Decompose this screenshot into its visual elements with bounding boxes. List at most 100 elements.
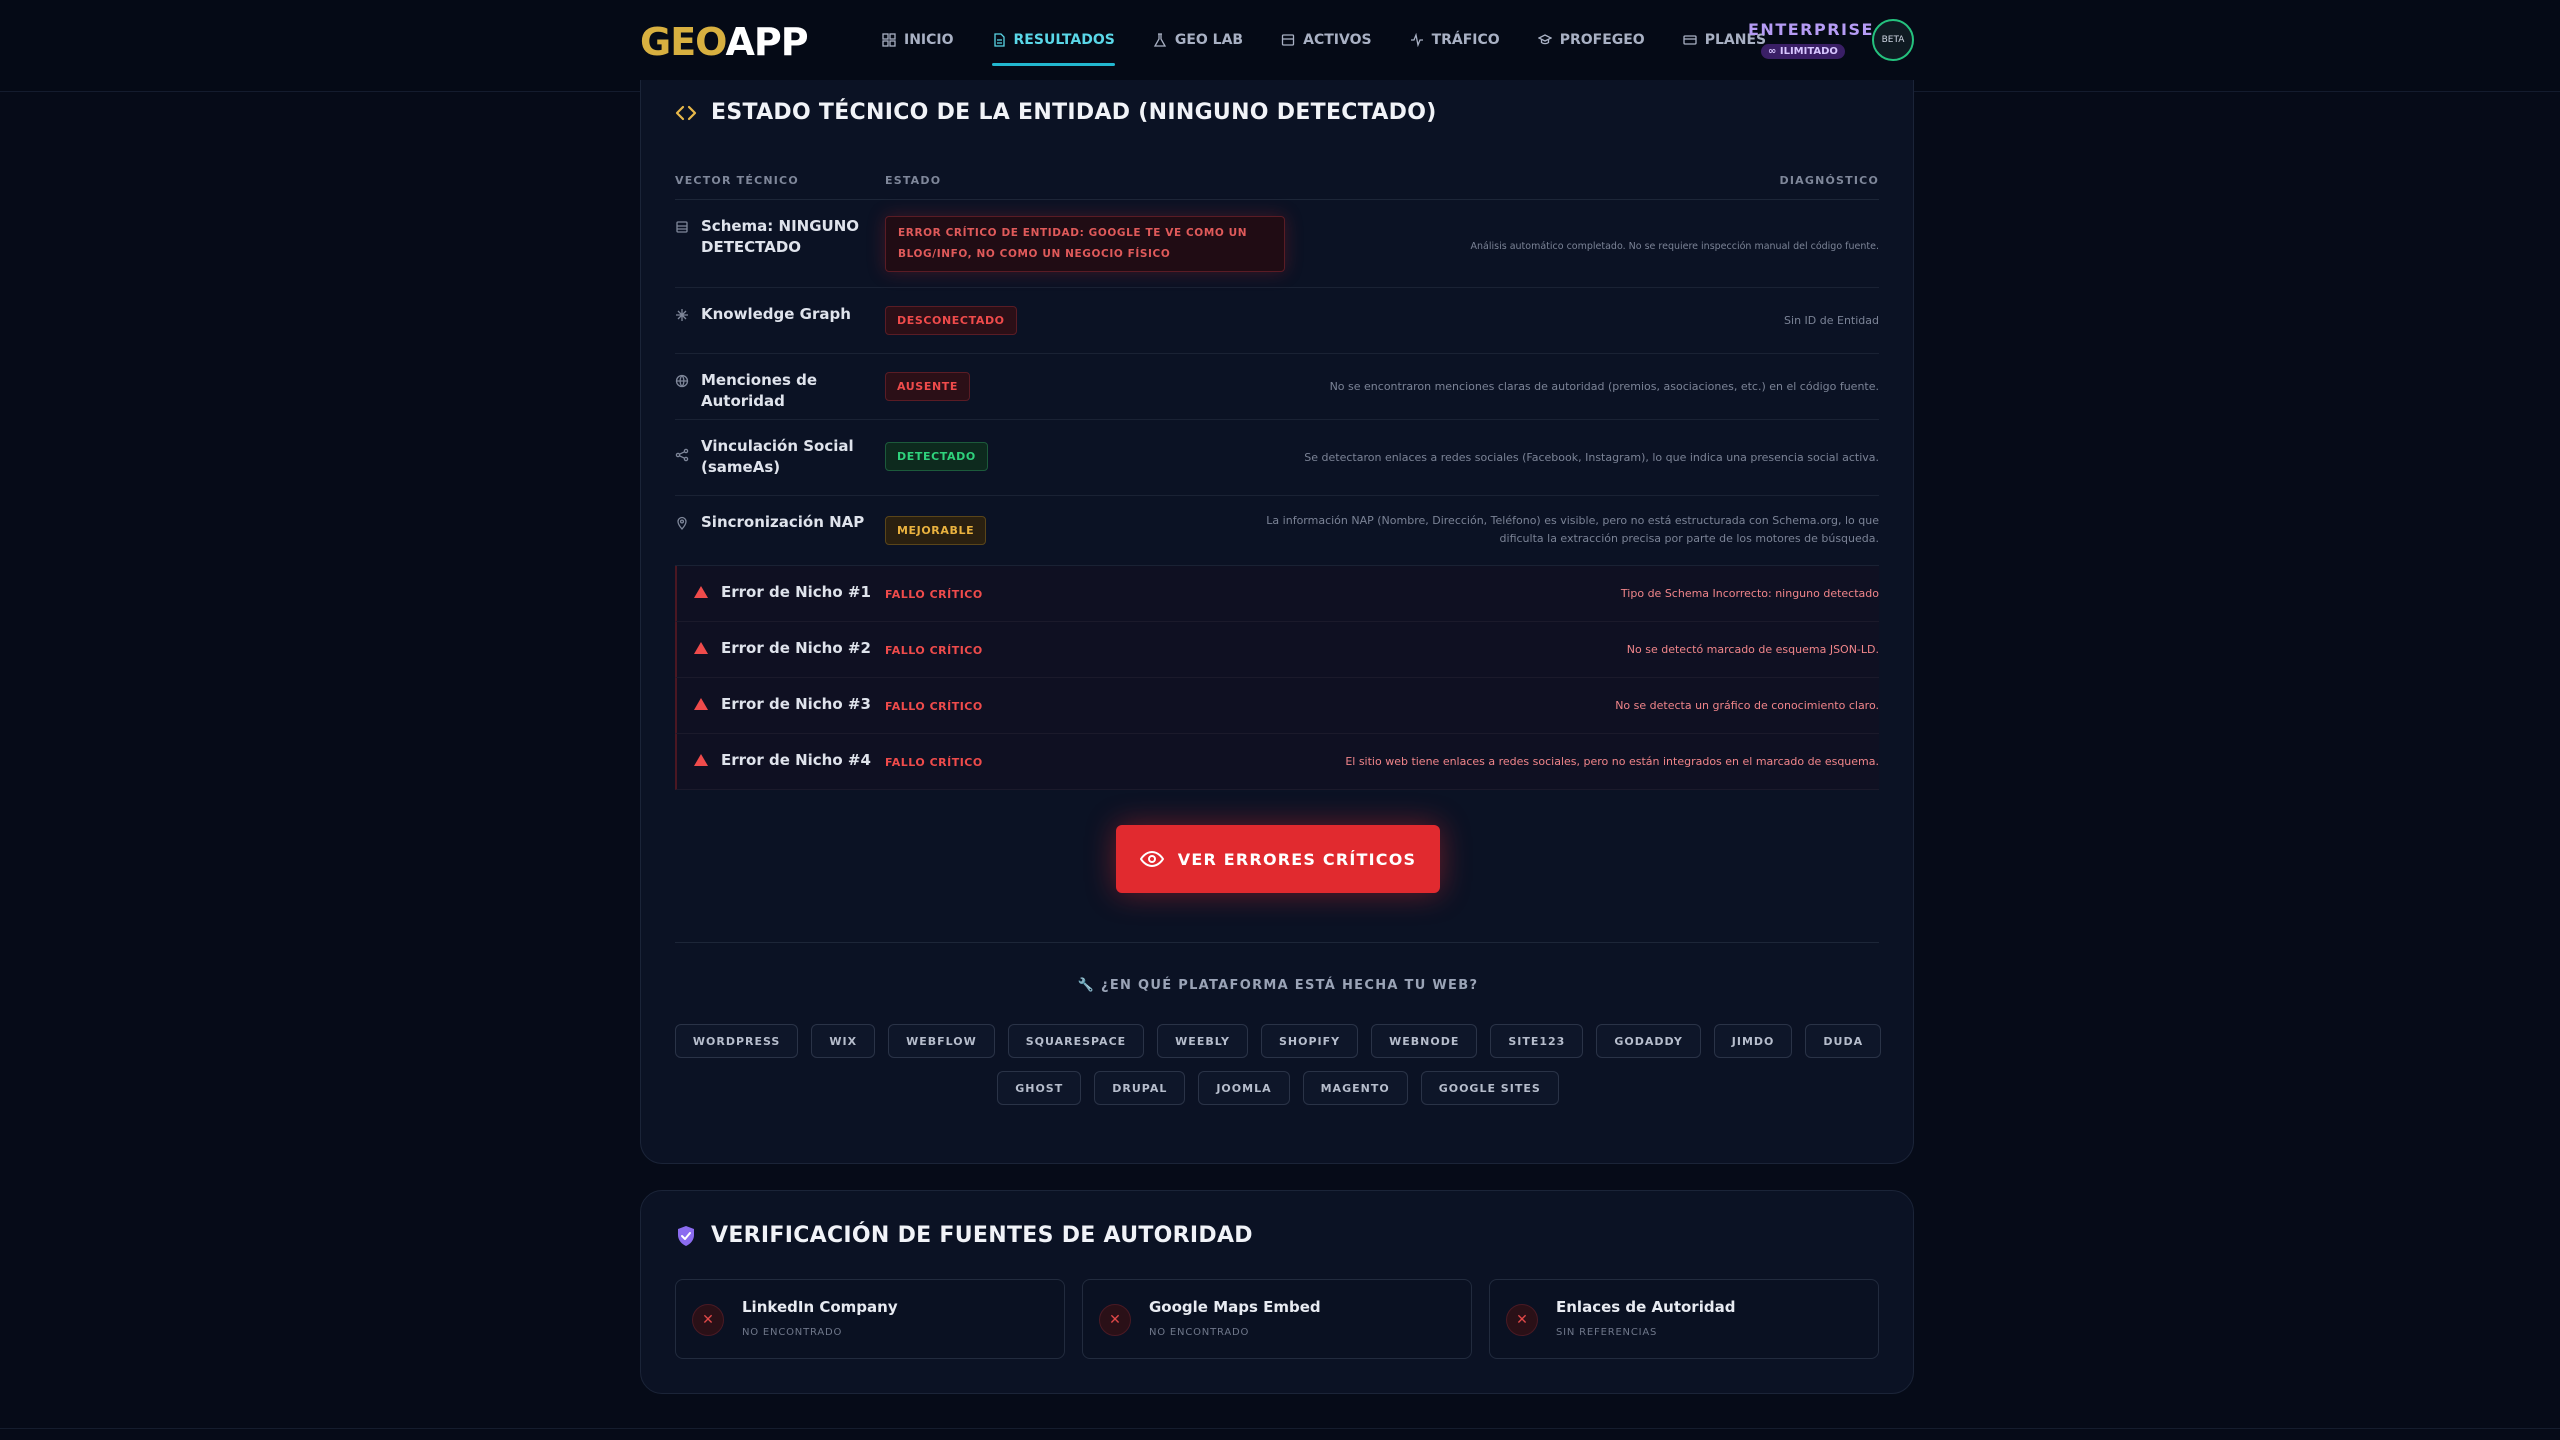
table-row-knowledge-graph: Knowledge Graph DESCONECTADO Sin ID de E… [675,288,1879,354]
diagnostic-text: El sitio web tiene enlaces a redes socia… [1345,755,1879,768]
platform-chip-godaddy[interactable]: GODADDY [1596,1024,1701,1058]
platform-chip-google-sites[interactable]: GOOGLE SITES [1420,1071,1559,1105]
warning-triangle-icon [694,698,708,710]
platform-chip-webflow[interactable]: WEBFLOW [888,1024,995,1058]
shield-check-icon [678,1225,694,1246]
share-icon [675,448,689,462]
box-icon [1281,34,1295,46]
location-pin-icon [677,516,687,530]
vector-label: Sincronización NAP [701,513,865,531]
nav-item-trafico[interactable]: TRÁFICO [1410,20,1500,60]
source-status: NO ENCONTRADO [1149,1327,1250,1338]
fail-status: FALLO CRÍTICO [885,588,983,601]
niche-error-row: Error de Nicho #2 FALLO CRÍTICO No se de… [675,622,1879,678]
platform-chip-weebly[interactable]: WEEBLY [1157,1024,1248,1058]
top-navbar: GEOAPP INICIO RESULTADOS GEO LAB ACTIVOS… [0,0,2560,92]
fail-status: FALLO CRÍTICO [885,756,983,769]
platform-chips-row-1: WORDPRESS WIX WEBFLOW SQUARESPACE WEEBLY… [674,1024,1882,1058]
platform-chip-drupal[interactable]: DRUPAL [1094,1071,1186,1105]
eye-icon [1139,850,1164,868]
platform-chip-jimdo[interactable]: JIMDO [1713,1024,1793,1058]
warning-triangle-icon [694,754,708,766]
diagnostic-text: Análisis automático completado. No se re… [1470,241,1879,252]
source-card-authority-links: ✕ Enlaces de Autoridad SIN REFERENCIAS [1489,1279,1879,1359]
technical-status-card: ESTADO TÉCNICO DE LA ENTIDAD (NINGUNO DE… [640,80,1914,1164]
status-badge: MEJORABLE [885,516,987,545]
diagnostic-text: No se detecta un gráfico de conocimiento… [1615,699,1879,712]
table-row-menciones: Menciones de Autoridad AUSENTE No se enc… [675,354,1879,420]
grid-icon [882,33,896,47]
platform-chip-site123[interactable]: SITE123 [1490,1024,1584,1058]
geoapp-logo[interactable]: GEOAPP [640,20,809,64]
platform-question: 🔧 ¿EN QUÉ PLATAFORMA ESTÁ HECHA TU WEB? [1077,978,1479,993]
nav-item-resultados[interactable]: RESULTADOS [991,20,1116,66]
divider [675,942,1879,943]
table-row-vinculacion-social: Vinculación Social (sameAs) DETECTADO Se… [675,420,1879,496]
fail-status: FALLO CRÍTICO [885,644,983,657]
technical-section-title: ESTADO TÉCNICO DE LA ENTIDAD (NINGUNO DE… [675,100,1437,125]
status-badge: DETECTADO [885,442,988,471]
view-critical-errors-button[interactable]: VER ERRORES CRÍTICOS [1116,825,1440,893]
warning-triangle-icon [694,586,708,598]
platform-chip-duda[interactable]: DUDA [1805,1024,1882,1058]
platform-chip-shopify[interactable]: SHOPIFY [1260,1024,1359,1058]
source-name: LinkedIn Company [742,1298,898,1316]
source-name: Enlaces de Autoridad [1556,1298,1736,1316]
user-avatar[interactable]: BETA [1872,19,1914,61]
source-status: NO ENCONTRADO [742,1327,843,1338]
nav-item-inicio[interactable]: INICIO [882,20,954,60]
footer-divider [0,1428,2560,1429]
diagnostic-text: Sin ID de Entidad [1784,314,1879,327]
source-name: Google Maps Embed [1149,1298,1321,1316]
source-card-google-maps: ✕ Google Maps Embed NO ENCONTRADO [1082,1279,1472,1359]
source-card-linkedin: ✕ LinkedIn Company NO ENCONTRADO [675,1279,1065,1359]
warning-triangle-icon [694,642,708,654]
database-icon [676,221,688,233]
close-icon: ✕ [1099,1304,1131,1336]
vector-label: Menciones de Autoridad [701,371,818,410]
close-icon: ✕ [692,1304,724,1336]
table-header: VECTOR TÉCNICO ESTADO DIAGNÓSTICO [675,168,1879,200]
platform-chip-magento[interactable]: MAGENTO [1302,1071,1408,1105]
nav-item-profegeo[interactable]: PROFEGEO [1537,20,1645,60]
vector-label: Vinculación Social (sameAs) [701,437,854,476]
authority-section-title: VERIFICACIÓN DE FUENTES DE AUTORIDAD [675,1223,1253,1248]
authority-sources-card: VERIFICACIÓN DE FUENTES DE AUTORIDAD ✕ L… [640,1190,1914,1394]
platform-chip-squarespace[interactable]: SQUARESPACE [1007,1024,1145,1058]
diagnostic-text: No se encontraron menciones claras de au… [1329,380,1879,393]
plan-indicator[interactable]: ENTERPRISE ∞ ILIMITADO [1748,20,1874,59]
graduation-cap-icon [1537,34,1552,45]
diagnostic-text: Se detectaron enlaces a redes sociales (… [1304,451,1879,464]
source-status: SIN REFERENCIAS [1556,1327,1658,1338]
flask-icon [1153,33,1166,47]
sparkle-icon [676,309,688,321]
header-estado: ESTADO [885,174,942,187]
niche-error-row: Error de Nicho #1 FALLO CRÍTICO Tipo de … [675,566,1879,622]
nav-item-activos[interactable]: ACTIVOS [1281,20,1372,60]
globe-icon [675,374,689,388]
platform-chip-joomla[interactable]: JOOMLA [1198,1071,1290,1105]
code-icon [675,105,697,120]
vector-label: Schema: NINGUNO DETECTADO [701,217,860,256]
close-icon: ✕ [1506,1304,1538,1336]
activity-icon [1410,33,1423,47]
platform-chip-webnode[interactable]: WEBNODE [1371,1024,1478,1058]
diagnostic-text: No se detectó marcado de esquema JSON-LD… [1626,643,1879,656]
diagnostic-text: La información NAP (Nombre, Dirección, T… [1266,514,1879,545]
platform-chip-wordpress[interactable]: WORDPRESS [674,1024,799,1058]
nav-item-geo-lab[interactable]: GEO LAB [1153,20,1243,60]
plan-badge: ∞ ILIMITADO [1761,44,1845,59]
authority-sources-list: ✕ LinkedIn Company NO ENCONTRADO ✕ Googl… [675,1279,1879,1359]
header-diagnostico: DIAGNÓSTICO [1779,174,1879,187]
document-icon [993,33,1005,47]
diagnostic-text: Tipo de Schema Incorrecto: ninguno detec… [1620,587,1879,600]
status-badge: AUSENTE [885,372,970,401]
platform-chip-ghost[interactable]: GHOST [997,1071,1082,1105]
status-badge: DESCONECTADO [885,306,1017,335]
plan-name: ENTERPRISE [1748,20,1874,39]
platform-chip-wix[interactable]: WIX [811,1024,876,1058]
table-row-schema: Schema: NINGUNO DETECTADO ERROR CRÍTICO … [675,200,1879,288]
vector-label: Knowledge Graph [701,305,851,323]
niche-error-row: Error de Nicho #3 FALLO CRÍTICO No se de… [675,678,1879,734]
nav-menu: INICIO RESULTADOS GEO LAB ACTIVOS TRÁFIC… [882,0,1766,80]
